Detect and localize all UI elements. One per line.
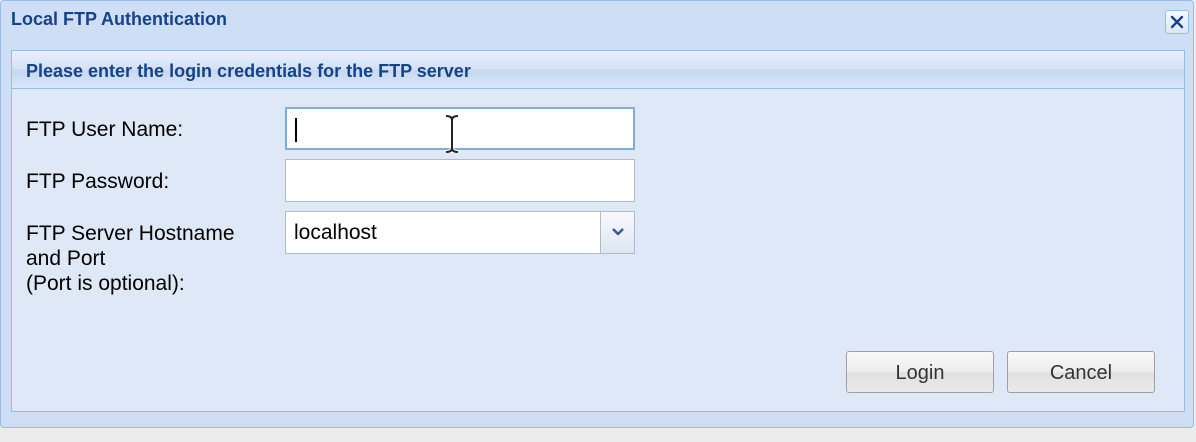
close-button[interactable] <box>1165 10 1189 34</box>
ibeam-cursor-icon <box>445 115 459 153</box>
credentials-panel: Please enter the login credentials for t… <box>11 50 1185 412</box>
host-label: FTP Server Hostname and Port (Port is op… <box>26 221 235 296</box>
host-label-line-2: and Port <box>26 247 106 270</box>
host-label-line-1: FTP Server Hostname <box>26 222 235 245</box>
cancel-button[interactable]: Cancel <box>1007 351 1155 393</box>
chevron-down-icon <box>612 228 624 236</box>
login-button[interactable]: Login <box>846 351 994 393</box>
password-label: FTP Password: <box>26 170 170 193</box>
panel-header: Please enter the login credentials for t… <box>12 51 1184 89</box>
text-caret <box>295 118 297 142</box>
username-input[interactable] <box>285 107 635 153</box>
close-icon <box>1170 15 1184 29</box>
dialog-title: Local FTP Authentication <box>11 9 228 29</box>
ftp-auth-dialog: Local FTP Authentication Please enter th… <box>0 0 1194 428</box>
password-input[interactable] <box>285 159 635 202</box>
host-dropdown-button[interactable] <box>600 212 634 253</box>
dialog-titlebar[interactable]: Local FTP Authentication <box>1 1 1193 41</box>
host-label-line-3: (Port is optional): <box>26 272 185 295</box>
host-value: localhost <box>294 221 377 244</box>
host-combobox[interactable]: localhost <box>285 211 635 254</box>
username-label: FTP User Name: <box>26 118 184 141</box>
